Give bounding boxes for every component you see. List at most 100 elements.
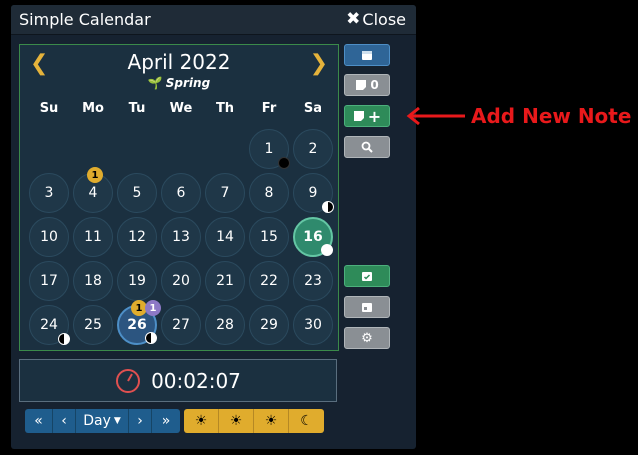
calendar-day[interactable]: 20 xyxy=(159,259,203,303)
gear-icon: ⚙ xyxy=(361,330,373,346)
caret-down-icon: ▼ xyxy=(113,416,121,426)
calendar-day[interactable]: 6 xyxy=(159,171,203,215)
calendar-day-icon xyxy=(362,303,372,312)
day-number: 24 xyxy=(40,317,58,333)
empty-day xyxy=(115,127,159,171)
day-number: 26 xyxy=(127,317,147,333)
set-date-button[interactable] xyxy=(344,296,390,318)
clock-time: 00:02:07 xyxy=(151,368,241,393)
chevron-left-icon: ‹ xyxy=(61,413,67,429)
day-number: 21 xyxy=(216,273,234,289)
midday-button[interactable]: ☀ xyxy=(219,409,254,433)
calendar-day[interactable]: 25 xyxy=(71,303,115,347)
weekday-label: Sa xyxy=(303,101,323,116)
calendar-day[interactable]: 30 xyxy=(291,303,335,347)
calendar-day-today[interactable]: 16 xyxy=(291,215,335,259)
window-title: Simple Calendar xyxy=(19,10,151,29)
calendar-day[interactable]: 11 xyxy=(71,215,115,259)
day-number: 17 xyxy=(40,273,58,289)
sunset-icon: ☀ xyxy=(264,413,278,429)
title-bar: Simple Calendar ✖ Close xyxy=(11,5,416,35)
time-unit-dropdown[interactable]: Day ▼ xyxy=(76,409,129,433)
new-moon-icon xyxy=(278,157,290,169)
forward-button[interactable]: › xyxy=(129,409,152,433)
calendar-day[interactable]: 18 xyxy=(71,259,115,303)
close-button[interactable]: ✖ Close xyxy=(346,9,406,29)
search-button[interactable] xyxy=(344,136,390,158)
day-number: 15 xyxy=(260,229,278,245)
calendar-day[interactable]: 29 xyxy=(247,303,291,347)
note-icon xyxy=(353,111,364,121)
full-moon-icon xyxy=(321,244,333,256)
today-button[interactable] xyxy=(344,265,390,287)
calendar-day[interactable]: 9 xyxy=(291,171,335,215)
day-number: 2 xyxy=(308,141,318,157)
rewind-button[interactable]: ‹ xyxy=(53,409,76,433)
calendar-day[interactable]: 12 xyxy=(115,215,159,259)
chevron-right-icon: › xyxy=(137,413,143,429)
empty-day xyxy=(27,127,71,171)
double-chevron-right-icon: » xyxy=(161,413,171,429)
plus-icon: + xyxy=(367,106,382,126)
calendar-day[interactable]: 1 xyxy=(247,127,291,171)
add-note-button[interactable]: + xyxy=(344,105,390,127)
calendar-day[interactable]: 3 xyxy=(27,171,71,215)
weekday-label: Tu xyxy=(128,101,146,116)
calendar-day[interactable]: 21 xyxy=(203,259,247,303)
close-icon: ✖ xyxy=(346,9,361,29)
day-number: 20 xyxy=(172,273,190,289)
forward-fast-button[interactable]: » xyxy=(152,409,180,433)
calendar-day[interactable]: 15 xyxy=(247,215,291,259)
calendar-day[interactable]: 23 xyxy=(291,259,335,303)
day-number: 22 xyxy=(260,273,278,289)
rewind-fast-button[interactable]: « xyxy=(25,409,53,433)
empty-day xyxy=(71,127,115,171)
calendar-day[interactable]: 27 xyxy=(159,303,203,347)
calendar-panel: ❮ ❯ April 2022 🌱 Spring Su Mo Tu We Th Fr… xyxy=(19,44,339,351)
day-number: 13 xyxy=(172,229,190,245)
calendar-check-icon xyxy=(362,272,372,281)
calendar-day[interactable]: 7 xyxy=(203,171,247,215)
calendar-day[interactable]: 14 xyxy=(203,215,247,259)
dusk-button[interactable]: ☀ xyxy=(254,409,289,433)
calendar-day[interactable]: 17 xyxy=(27,259,71,303)
month-title: April 2022 xyxy=(127,50,231,74)
calendar-day[interactable]: 13 xyxy=(159,215,203,259)
calendar-day[interactable]: 41 xyxy=(71,167,115,215)
calendar-day-selected[interactable]: 26 1 1 xyxy=(115,300,161,347)
notes-list-button[interactable]: 0 xyxy=(344,74,390,96)
sun-icon: ☀ xyxy=(229,413,243,429)
calendar-day[interactable]: 2 xyxy=(291,127,335,171)
day-number: 4 xyxy=(88,185,98,201)
day-number: 30 xyxy=(304,317,322,333)
empty-day xyxy=(159,127,203,171)
day-number: 1 xyxy=(264,141,274,157)
calendar-day[interactable]: 22 xyxy=(247,259,291,303)
weekday-label: We xyxy=(169,101,193,116)
dawn-button[interactable]: ☀ xyxy=(184,409,219,433)
close-label: Close xyxy=(362,9,406,29)
empty-day xyxy=(203,127,247,171)
annotation-label: Add New Note xyxy=(471,104,632,128)
stopwatch-icon xyxy=(116,368,141,393)
day-number: 25 xyxy=(84,317,102,333)
calendar-day[interactable]: 24 xyxy=(27,303,71,347)
note-count-badge: 1 xyxy=(87,167,103,183)
time-unit-label: Day xyxy=(83,413,111,429)
day-number: 16 xyxy=(303,229,323,245)
calendar-view-button[interactable] xyxy=(344,44,390,66)
calendar-day[interactable]: 5 xyxy=(115,171,159,215)
calendar-day[interactable]: 8 xyxy=(247,171,291,215)
calendar-day[interactable]: 19 xyxy=(115,259,159,303)
last-quarter-moon-icon xyxy=(58,333,70,345)
double-chevron-left-icon: « xyxy=(34,413,43,429)
midnight-button[interactable]: ☾ xyxy=(289,409,324,433)
clock-display: 00:02:07 xyxy=(19,359,337,402)
settings-button[interactable]: ⚙ xyxy=(344,327,390,349)
calendar-day[interactable]: 10 xyxy=(27,215,71,259)
calendar-day[interactable]: 28 xyxy=(203,303,247,347)
day-number: 5 xyxy=(132,185,142,201)
search-icon xyxy=(361,141,373,153)
season-label: 🌱 Spring xyxy=(20,76,338,90)
weekday-label: Mo xyxy=(82,101,104,116)
